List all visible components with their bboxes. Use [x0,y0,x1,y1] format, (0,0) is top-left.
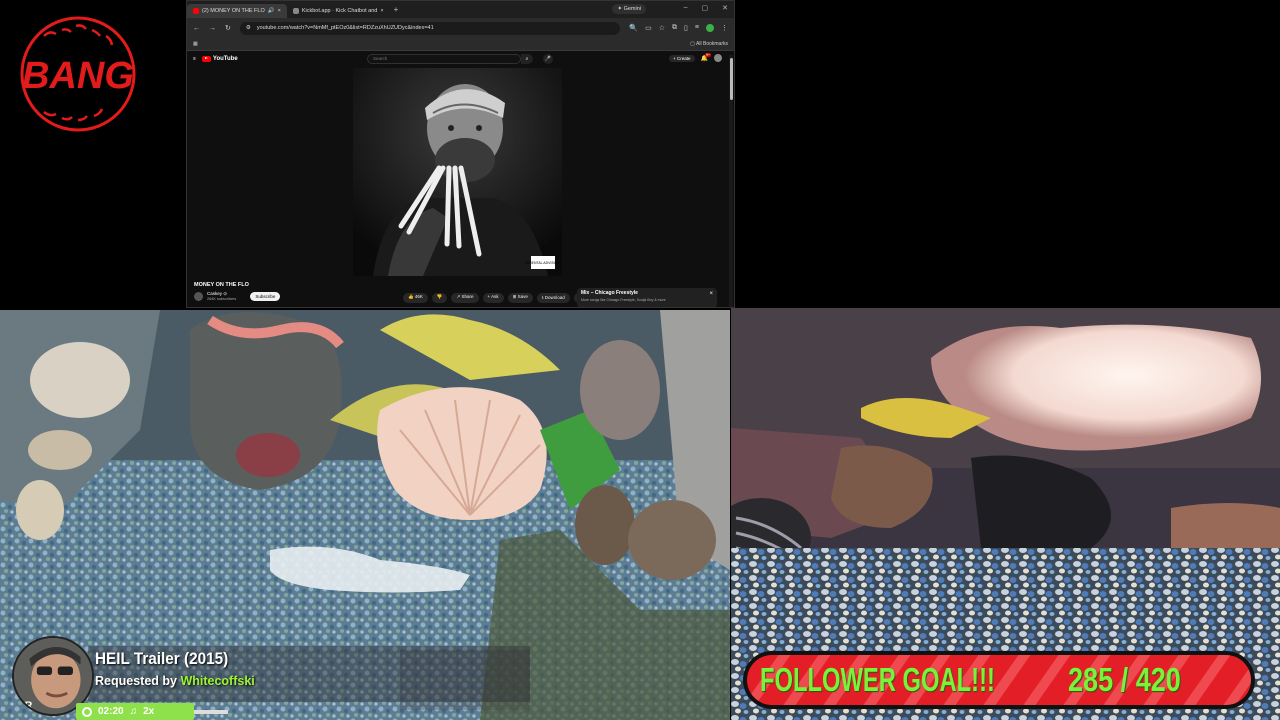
download-button[interactable]: ⭳ Download [536,293,570,303]
speaker-icon[interactable]: 🔊 [268,8,275,14]
bookmarks-bar: ▦ ▢ All Bookmarks [187,38,734,51]
forward-icon[interactable]: → [209,25,216,32]
like-button[interactable]: 👍 46K [403,293,428,303]
parental-advisory-label: PARENTAL ADVISORY [525,261,562,265]
ask-button[interactable]: + Ask [482,293,504,303]
search-placeholder: Search [373,56,388,61]
bang-logo: BANG [14,14,142,134]
all-bookmarks[interactable]: ▢ All Bookmarks [690,41,728,47]
address-bar-row: ← → ↻ ⚙ youtube.com/watch?v=NmMf_ptEOz0&… [187,18,734,38]
song-time: 02:20 [98,706,124,717]
tab-label: Kickbot.app · Kick Chatbot and [301,8,378,14]
share-button[interactable]: ↗ Share [451,293,479,303]
album-cover-image: PARENTAL ADVISORY [353,68,562,276]
reload-icon[interactable]: ↻ [225,24,231,32]
close-tab-icon[interactable]: × [278,8,281,14]
video-player[interactable]: PARENTAL ADVISORY [353,68,562,276]
extensions-icon[interactable]: ⧉ [672,24,677,32]
kickbot-favicon-icon [292,8,299,14]
media-icon[interactable]: ≡ [695,24,699,32]
song-title: HEIL Trailer (2015) [95,649,229,668]
all-bookmarks-label: All Bookmarks [696,41,728,47]
youtube-header-right: + Create 🔔 9+ [669,52,722,62]
hamburger-icon[interactable]: ≡ [193,56,196,62]
requested-by-label: Requested by [95,674,177,688]
maximize-icon[interactable]: ▢ [702,4,709,12]
gemini-button[interactable]: ✦ Gemini [612,4,646,14]
follower-goal-label: FOLLOWER GOAL!!! [760,661,995,698]
follower-goal-count: 285 / 420 [1068,661,1181,698]
bookmark-star-icon[interactable]: ☆ [659,24,665,32]
site-info-icon[interactable]: ⚙ [246,25,251,31]
subscribe-button[interactable]: Subscribe [250,291,281,301]
requested-by-line: Requested by Whitecoffski [95,674,255,688]
notification-badge: 9+ [705,52,711,57]
tab-youtube[interactable]: (2) MONEY ON THE FLO 🔊 × [187,4,287,18]
mix-title: Mix – Chicago Freestyle [581,290,638,296]
youtube-avatar-icon[interactable] [714,54,722,62]
cast-icon[interactable]: ▭ [645,24,652,32]
clock-icon [82,706,92,717]
youtube-favicon-icon [193,8,199,14]
minimize-icon[interactable]: – [684,4,688,12]
window-controls: – ▢ ✕ [684,4,728,12]
toolbar-right: 🔍 ▭ ☆ ⧉ ▯ ≡ ⋮ [629,24,728,32]
close-tab-icon[interactable]: × [380,8,383,14]
channel-subscribers: 264K subscribers [207,297,237,301]
save-button[interactable]: ⊞ Save [507,293,533,303]
youtube-logo-text: YouTube [212,56,238,62]
mic-icon[interactable]: 🎤 [543,54,553,64]
address-bar[interactable]: ⚙ youtube.com/watch?v=NmMf_ptEOz0&list=R… [239,21,621,35]
new-tab-icon[interactable]: + [394,5,399,14]
mix-subtitle: More songs like Chicago Freestyle, Soulj… [581,298,666,302]
logo-text: BANG [22,55,134,97]
apps-icon[interactable]: ▦ [193,41,198,47]
youtube-logo[interactable]: YouTube [201,56,238,62]
song-request-overlay: ER HEIL Trailer (2015) Requested by Whit… [8,632,530,720]
search-icon[interactable]: ⌕ [521,54,533,64]
tab-kickbot[interactable]: Kickbot.app · Kick Chatbot and × [287,4,390,18]
music-note-icon: ♫ [129,706,138,717]
channel-info: Caskey ⊙ 264K subscribers Subscribe [194,291,281,301]
create-button[interactable]: + Create [669,54,695,62]
channel-avatar[interactable] [194,291,203,301]
notifications-bell-icon[interactable]: 🔔 9+ [701,52,711,62]
youtube-header: ≡ YouTube Search ⌕ 🎤 + Create 🔔 9+ [187,51,734,67]
sidebar-icon[interactable]: ▯ [684,24,688,32]
dislike-button[interactable]: 👎 [431,293,448,303]
close-icon[interactable]: × [709,291,713,297]
requester-username: Whitecoffski [180,674,255,688]
youtube-search-input[interactable]: Search [367,54,521,64]
url-text: youtube.com/watch?v=NmMf_ptEOz0&list=RDZ… [256,25,434,31]
song-progress-track [194,710,228,714]
mix-playlist-panel[interactable]: Mix – Chicago Freestyle More songs like … [577,288,717,307]
menu-icon[interactable]: ⋮ [721,24,728,32]
gemini-label: Gemini [623,6,641,12]
avatar-letters: ER [18,700,33,711]
follower-goal-bar: FOLLOWER GOAL!!! 285 / 420 [742,650,1256,710]
youtube-play-icon [201,56,211,62]
video-actions: 👍 46K 👎 ↗ Share + Ask ⊞ Save ⭳ Download … [403,293,589,303]
tab-strip: (2) MONEY ON THE FLO 🔊 × Kickbot.app · K… [187,1,734,18]
stream-layout: BANG (2) MONEY ON THE FLO 🔊 × Kickbot.ap… [0,0,1280,720]
zoom-icon[interactable]: 🔍 [629,24,638,32]
request-count: 2x [143,706,155,717]
browser-window: (2) MONEY ON THE FLO 🔊 × Kickbot.app · K… [186,0,735,308]
video-title: MONEY ON THE FLO [194,282,249,288]
song-info-bar: 02:20 ♫ 2x [76,703,194,720]
back-icon[interactable]: ← [193,25,200,32]
page-scrollbar-thumb[interactable] [730,58,733,100]
close-window-icon[interactable]: ✕ [722,4,728,12]
profile-avatar-icon[interactable] [706,24,714,32]
tab-label: (2) MONEY ON THE FLO [202,8,265,14]
